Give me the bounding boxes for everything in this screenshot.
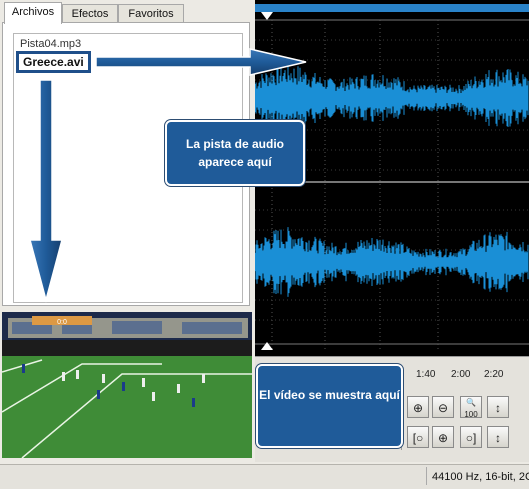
timeline-tick: 2:00 xyxy=(451,369,471,380)
zoom-selection-button[interactable]: [○ xyxy=(407,426,429,448)
status-bar: 44100 Hz, 16-bit, 2C xyxy=(0,464,529,489)
zoom-vertical-button[interactable]: ↕ xyxy=(487,396,509,418)
video-scoreboard: 0:0 xyxy=(57,319,67,326)
video-preview: 0:0 xyxy=(2,312,252,458)
zoom-in-button[interactable]: ⊕ xyxy=(432,426,454,448)
audio-waveform[interactable] xyxy=(255,0,529,372)
callout-video: El vídeo se muestra aquí xyxy=(256,364,403,448)
panel-tabs: Archivos Efectos Favoritos xyxy=(2,2,250,24)
timeline-tick: 2:20 xyxy=(484,369,504,380)
tab-efectos[interactable]: Efectos xyxy=(62,4,118,23)
zoom-100-button[interactable]: 🔍 100 xyxy=(460,396,482,419)
zoom-vertical-fit-button[interactable]: ↕ xyxy=(487,426,509,448)
search-icon: 🔍 xyxy=(466,398,476,407)
callout-audio-text: La pista de audio aparece aquí xyxy=(185,137,284,169)
zoom-100-label: 100 xyxy=(464,410,478,419)
tab-archivos[interactable]: Archivos xyxy=(4,2,62,24)
audio-format-status: 44100 Hz, 16-bit, 2C xyxy=(432,471,529,483)
zoom-in-horizontal-button[interactable]: ⊕ xyxy=(407,396,429,418)
video-frame-image: 0:0 xyxy=(2,312,252,458)
callout-audio: La pista de audio aparece aquí xyxy=(165,120,305,186)
zoom-out-horizontal-button[interactable]: ⊖ xyxy=(432,396,454,418)
waveform-panel[interactable] xyxy=(255,0,529,372)
file-item-greece[interactable]: Greece.avi xyxy=(16,51,91,73)
tab-favoritos[interactable]: Favoritos xyxy=(118,4,184,23)
timeline-tick: 1:40 xyxy=(416,369,436,380)
file-item-pista04[interactable]: Pista04.mp3 xyxy=(20,38,81,50)
callout-video-text: El vídeo se muestra aquí xyxy=(259,388,400,402)
zoom-fit-button[interactable]: ○] xyxy=(460,426,482,448)
